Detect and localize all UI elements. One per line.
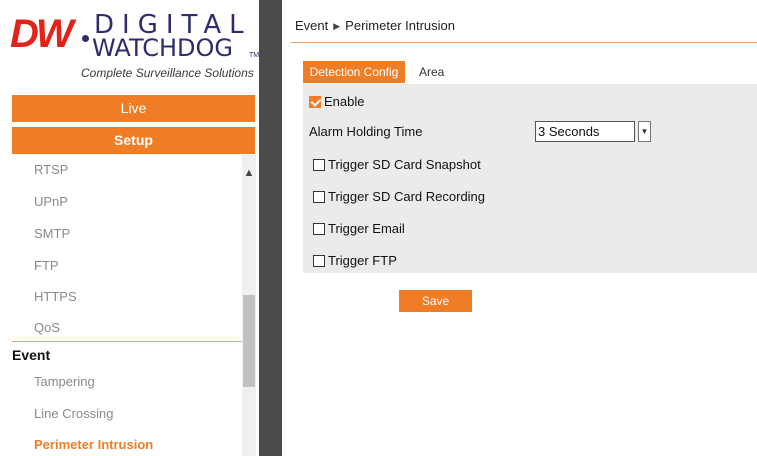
- breadcrumb: Event ▶ Perimeter Intrusion: [295, 18, 455, 33]
- breadcrumb-section: Event: [295, 18, 329, 33]
- setup-button[interactable]: Setup: [12, 127, 255, 154]
- menu-item-smtp[interactable]: SMTP: [34, 226, 70, 241]
- logo-trademark: TM: [249, 52, 260, 59]
- panel-splitter[interactable]: [259, 0, 282, 456]
- alarm-holding-time-select[interactable]: 3 Seconds: [535, 121, 635, 142]
- main-content: Event ▶ Perimeter Intrusion Detection Conf…: [282, 0, 757, 456]
- breadcrumb-divider: [291, 42, 757, 43]
- menu-item-rtsp[interactable]: RTSP: [34, 162, 68, 177]
- enable-checkbox[interactable]: [309, 95, 321, 108]
- trigger-ftp-label: Trigger FTP: [328, 253, 397, 268]
- logo-dot: [82, 35, 89, 42]
- breadcrumb-page: Perimeter Intrusion: [345, 18, 455, 33]
- sidebar: DW DIGITAL WATCHDOG TM Complete Surveill…: [0, 0, 259, 456]
- trigger-sd-snapshot-row[interactable]: Trigger SD Card Snapshot: [313, 157, 481, 172]
- menu-item-ftp[interactable]: FTP: [34, 258, 59, 273]
- menu-item-line-crossing[interactable]: Line Crossing: [34, 406, 114, 421]
- tab-area[interactable]: Area: [413, 61, 450, 83]
- menu-scrollbar[interactable]: ▲: [242, 155, 256, 456]
- menu-item-qos[interactable]: QoS: [34, 320, 60, 335]
- trigger-sd-recording-label: Trigger SD Card Recording: [328, 189, 486, 204]
- tab-detection-config[interactable]: Detection Config: [303, 61, 405, 83]
- trigger-sd-recording-row[interactable]: Trigger SD Card Recording: [313, 189, 485, 204]
- trigger-email-label: Trigger Email: [328, 221, 405, 236]
- chevron-down-icon[interactable]: ▼: [638, 121, 651, 142]
- menu-group-event[interactable]: Event: [12, 347, 50, 363]
- logo-watchdog-text: WATCHDOG: [92, 34, 233, 62]
- trigger-ftp-checkbox[interactable]: [313, 254, 325, 267]
- trigger-ftp-row[interactable]: Trigger FTP: [313, 253, 397, 268]
- scrollbar-thumb[interactable]: [243, 295, 255, 387]
- digital-watchdog-logo: DW DIGITAL WATCHDOG TM Complete Surveill…: [10, 8, 260, 83]
- setup-menu: RTSP UPnP SMTP FTP HTTPS QoS Event Tampe…: [12, 155, 242, 456]
- menu-item-perimeter-intrusion[interactable]: Perimeter Intrusion: [34, 437, 153, 452]
- logo-dw-mark: DW: [10, 12, 74, 56]
- menu-item-upnp[interactable]: UPnP: [34, 194, 68, 209]
- scroll-up-arrow-icon[interactable]: ▲: [242, 165, 256, 181]
- live-button[interactable]: Live: [12, 95, 255, 122]
- trigger-email-checkbox[interactable]: [313, 222, 325, 235]
- menu-item-https[interactable]: HTTPS: [34, 289, 77, 304]
- trigger-sd-recording-checkbox[interactable]: [313, 190, 325, 203]
- enable-label: Enable: [324, 94, 365, 109]
- logo-tagline: Complete Surveillance Solutions: [81, 66, 254, 80]
- breadcrumb-arrow-icon: ▶: [333, 21, 341, 31]
- menu-item-tampering[interactable]: Tampering: [34, 374, 95, 389]
- alarm-holding-time-label: Alarm Holding Time: [309, 124, 423, 139]
- trigger-sd-snapshot-checkbox[interactable]: [313, 158, 325, 171]
- enable-row[interactable]: Enable: [309, 94, 364, 109]
- trigger-sd-snapshot-label: Trigger SD Card Snapshot: [328, 157, 481, 172]
- config-panel: [303, 84, 757, 273]
- trigger-email-row[interactable]: Trigger Email: [313, 221, 405, 236]
- save-button[interactable]: Save: [399, 290, 472, 312]
- menu-divider: [12, 341, 242, 342]
